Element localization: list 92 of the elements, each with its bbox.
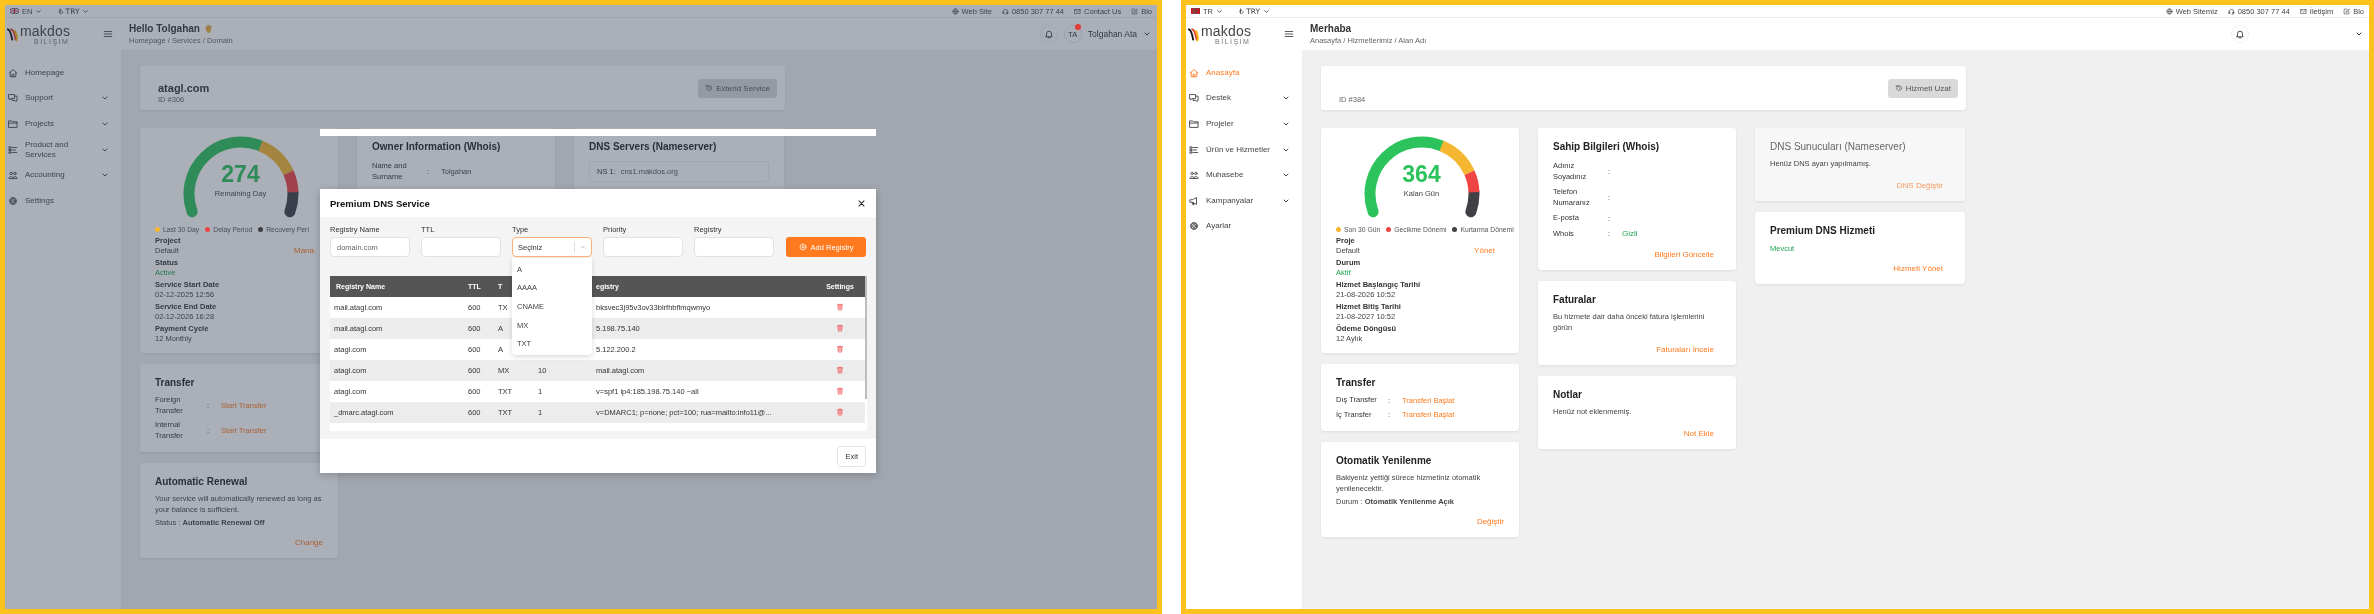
sidebar-item[interactable]: Ayarlar [1186,213,1302,240]
folder-icon [1189,119,1199,129]
menu-icon[interactable] [103,29,113,39]
chevron-down-icon [82,7,90,15]
card-title: Automatic Renewal [155,476,249,487]
edit-icon [2343,7,2351,15]
folder-icon [8,119,18,129]
manage-link[interactable]: Yönet [1474,246,1495,255]
notification-button[interactable] [1039,25,1058,43]
trash-icon[interactable] [836,323,844,332]
sidebar-item[interactable]: Support [5,85,121,112]
chevron-down-icon[interactable] [1143,30,1151,38]
sidebar-item[interactable]: Settings [5,187,121,214]
bell-icon [2235,29,2245,39]
card-link[interactable]: Hizmeti Yönet [1893,263,1943,273]
history-icon [1894,84,1903,92]
row-value: Gizli [1622,229,1639,239]
card-link[interactable]: Faturaları İncele [1656,344,1714,354]
trash-icon[interactable] [836,365,844,374]
chat-icon [1189,93,1199,104]
caret-up-icon [579,243,587,251]
card-title: Premium DNS Hizmeti [1770,224,1877,236]
sidebar-item[interactable]: Projects [5,111,121,137]
home-icon [8,67,18,78]
card-title: Sahip Bilgileri (Whois) [1553,141,1661,152]
notification-dot [1074,24,1081,30]
chat-icon [8,93,18,104]
mail-icon [1074,7,1082,15]
mail-icon [2299,7,2307,15]
chevron-down-icon [1263,7,1271,15]
card-link[interactable]: Değiştir [1476,516,1504,526]
card-title: Otomatik Yenilenme [1336,455,1433,466]
sidebar-item[interactable]: Homepage [5,60,121,86]
chevron-down-icon[interactable] [2355,30,2363,38]
megaphone-icon [1189,195,1199,206]
input-field[interactable] [603,237,683,257]
chevron-down-icon [1216,7,1223,15]
gear-icon [1189,221,1199,232]
close-icon[interactable] [857,198,866,208]
sidebar-item[interactable]: Product and Services [5,136,121,163]
trash-icon[interactable] [836,302,844,311]
card-link[interactable]: Bilgileri Güncelle [1654,250,1714,259]
card-title: Owner Information (Whois) [372,141,502,152]
history-icon [705,84,714,92]
bell-icon [1043,29,1054,39]
people-icon [8,170,18,181]
headset-icon [2227,7,2235,15]
trash-icon[interactable] [836,407,844,416]
card-title: Notlar [1553,388,1583,400]
greeting: Hello Tolgahan [129,23,200,34]
input-field[interactable] [694,237,774,257]
user-name[interactable]: Tolgahan Ata [1087,29,1137,39]
card-title: Transfer [155,377,196,388]
sidebar-item[interactable]: Ürün ve Hizmetler [1186,136,1302,163]
sidebar-item[interactable]: Kampanyalar [1186,187,1302,214]
modal-title: Premium DNS Service [330,197,430,209]
gear-icon [8,195,18,206]
card-title: DNS Sunucuları (Nameserver) [1770,141,1907,152]
plus-circle-icon [798,243,807,251]
headset-icon [1001,7,1009,15]
logo-mark-icon [7,26,19,42]
list-icon [8,144,18,155]
logo-mark-icon [1188,26,1200,42]
list-icon [1189,144,1199,155]
card-title: Transfer [1336,377,1377,388]
sidebar-item[interactable]: Anasayfa [1186,60,1302,86]
gauge-value: 274 [220,163,261,186]
flag-icon [1191,8,1200,14]
globe-icon [951,7,959,15]
flag-icon [10,8,19,14]
notification-button[interactable] [2231,25,2249,43]
greeting: Merhaba [1310,23,1352,34]
globe-icon [2165,7,2173,15]
home-icon [1189,67,1199,78]
menu-icon[interactable] [1284,29,1294,39]
sidebar-item[interactable]: Destek [1186,85,1302,112]
sidebar-item[interactable]: Accounting [5,162,121,188]
chevron-down-icon [35,7,43,15]
sidebar-item[interactable]: Muhasebe [1186,162,1302,188]
input-field[interactable] [421,237,501,257]
trash-icon[interactable] [836,386,844,395]
edit-icon [1131,7,1139,15]
domain-title: atagl.com [158,82,210,94]
card-title: DNS Servers (Nameserver) [589,141,718,152]
people-icon [1189,170,1199,181]
logo-wordmark: makdos [20,23,71,38]
card-link[interactable]: Not Ekle [1683,428,1714,438]
gauge-value: 364 [1401,163,1442,186]
trash-icon[interactable] [836,344,844,353]
logo-wordmark: makdos [1201,23,1252,38]
sidebar-item[interactable]: Projeler [1186,111,1302,137]
card-title: Faturalar [1553,294,1597,305]
